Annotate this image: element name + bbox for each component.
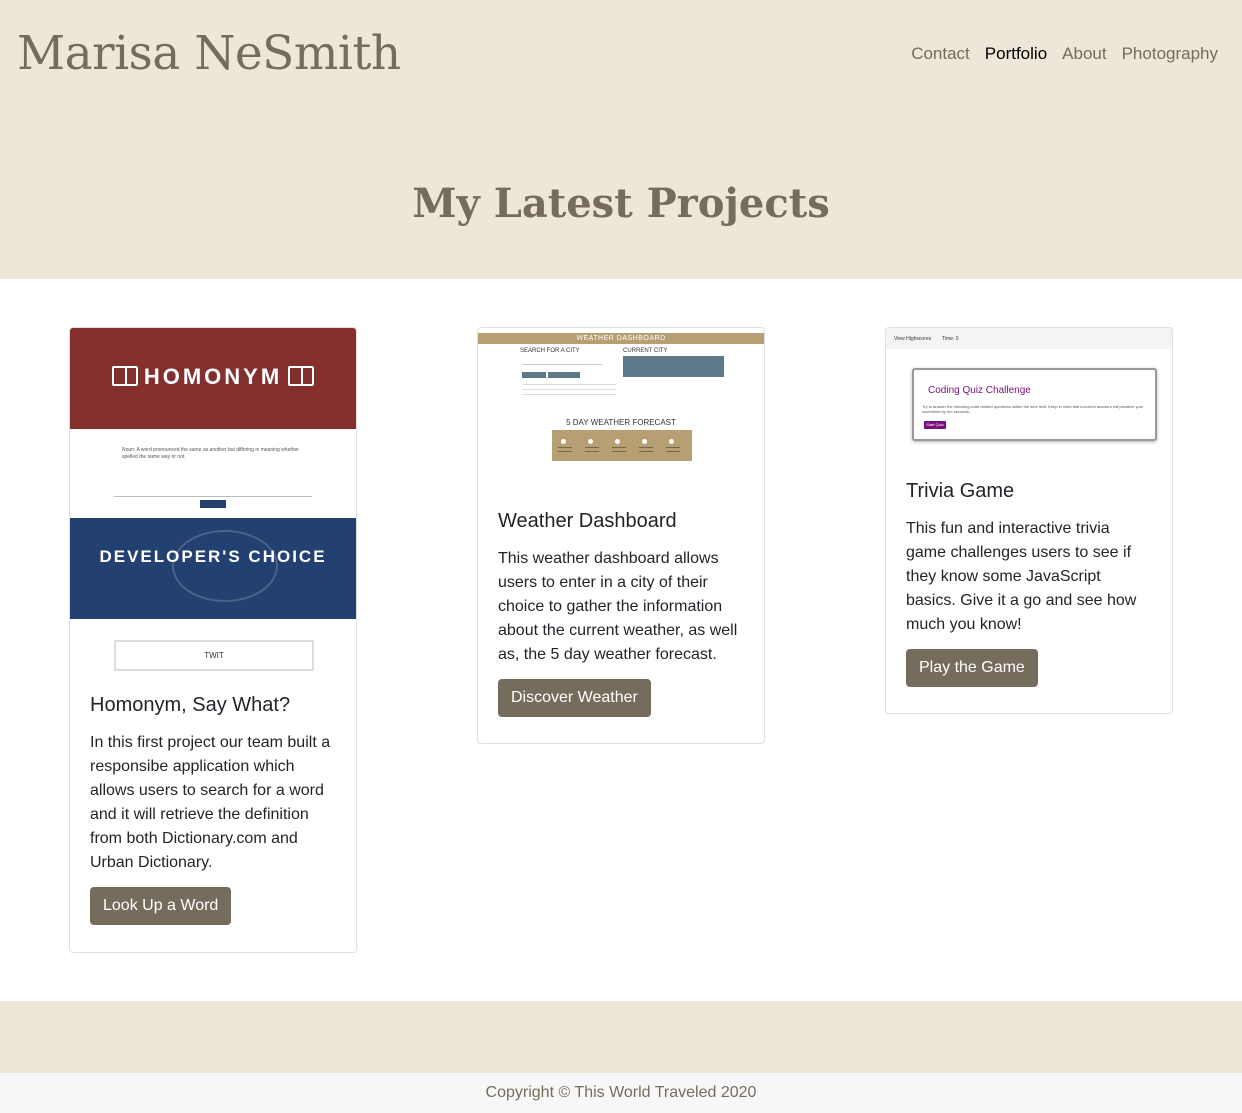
card-description: In this first project our team built a r… <box>90 734 331 871</box>
trivia-timer: Time: 0 <box>942 336 959 342</box>
book-icon <box>288 366 315 386</box>
homonym-screenshot: HOMONYM Noun: A word pronounced the same… <box>70 328 356 683</box>
homonym-search-section: Noun: A word pronounced the same as anot… <box>70 429 356 518</box>
card-title: Homonym, Say What? <box>90 694 291 716</box>
card-body: Homonym, Say What? In this first project… <box>90 694 338 925</box>
site-brand[interactable]: Marisa NeSmith <box>17 26 401 81</box>
trivia-quiz-desc: Try to answer the following code-related… <box>922 404 1144 414</box>
trivia-topbar: View Highscores Time: 0 <box>886 328 1172 349</box>
twit-box: TWIT <box>114 640 314 671</box>
footer-copyright: Copyright © This World Traveled 2020 <box>0 1073 1242 1113</box>
trivia-start-button-thumb: Start Quiz <box>924 421 946 429</box>
homonym-banner: HOMONYM <box>70 328 356 429</box>
card-body: Trivia Game This fun and interactive tri… <box>906 480 1154 687</box>
trivia-screenshot: View Highscores Time: 0 Coding Quiz Chal… <box>886 328 1172 458</box>
discover-weather-button[interactable]: Discover Weather <box>498 679 651 717</box>
weather-current-city-box <box>623 356 724 377</box>
weather-screenshot: WEATHER DASHBOARD SEARCH FOR A CITY CURR… <box>478 328 764 478</box>
weather-bar: WEATHER DASHBOARD <box>478 333 764 344</box>
weather-forecast-box <box>552 430 692 461</box>
developers-choice-section: DEVELOPER'S CHOICE <box>70 518 356 619</box>
card-description: This fun and interactive trivia game cha… <box>906 520 1137 633</box>
nav-link-photography[interactable]: Photography <box>1122 44 1218 64</box>
nav-link-about[interactable]: About <box>1062 44 1106 64</box>
card-title: Trivia Game <box>906 480 1015 502</box>
project-card-trivia: View Highscores Time: 0 Coding Quiz Chal… <box>885 327 1173 714</box>
weather-search-label: SEARCH FOR A CITY <box>520 348 580 354</box>
homonym-search-button-thumb <box>200 500 226 508</box>
hero-header: Marisa NeSmith Contact Portfolio About P… <box>0 0 1242 279</box>
trivia-quiz-box: Coding Quiz Challenge Try to answer the … <box>912 368 1157 441</box>
nav-link-portfolio[interactable]: Portfolio <box>985 44 1047 64</box>
weather-search-input-thumb <box>522 364 602 365</box>
page-title: My Latest Projects <box>412 180 830 227</box>
look-up-word-button[interactable]: Look Up a Word <box>90 887 232 925</box>
developers-choice-title: DEVELOPER'S CHOICE <box>99 547 327 566</box>
weather-forecast-label: 5 DAY WEATHER FORECAST <box>566 418 676 427</box>
card-title: Weather Dashboard <box>498 510 677 532</box>
homonym-banner-title: HOMONYM <box>143 364 283 389</box>
card-description: This weather dashboard allows users to e… <box>498 550 738 663</box>
main-nav: Contact Portfolio About Photography <box>911 44 1218 64</box>
trivia-highscores-link: View Highscores <box>894 336 932 342</box>
book-icon <box>111 366 138 386</box>
play-game-button[interactable]: Play the Game <box>906 649 1038 687</box>
project-card-homonym: HOMONYM Noun: A word pronounced the same… <box>69 327 357 953</box>
nav-link-contact[interactable]: Contact <box>911 44 970 64</box>
footer-band <box>0 1001 1242 1073</box>
weather-search-btn-thumb <box>522 372 546 378</box>
project-card-weather: WEATHER DASHBOARD SEARCH FOR A CITY CURR… <box>477 327 765 744</box>
trivia-quiz-title: Coding Quiz Challenge <box>928 385 1031 396</box>
homonym-definition: Noun: A word pronounced the same as anot… <box>122 447 299 460</box>
card-body: Weather Dashboard This weather dashboard… <box>498 510 746 717</box>
homonym-search-line <box>114 496 312 497</box>
weather-current-label: CURRENT CITY <box>623 348 668 354</box>
weather-clear-btn-thumb <box>548 372 580 378</box>
